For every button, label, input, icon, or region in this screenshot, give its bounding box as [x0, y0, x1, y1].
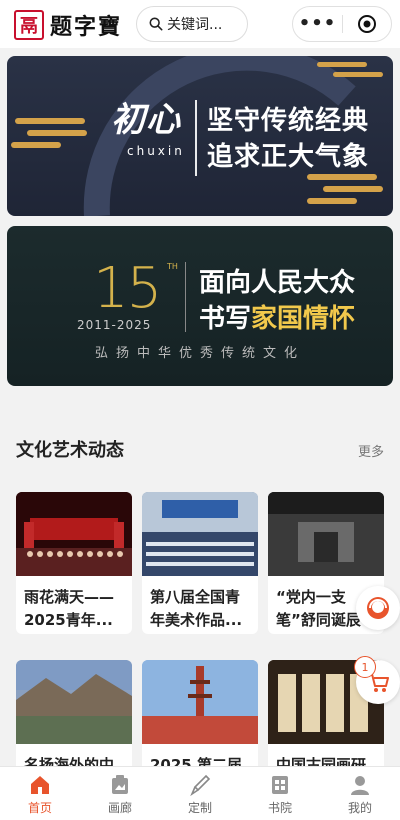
search-icon — [149, 17, 163, 31]
brush-icon — [190, 774, 211, 797]
bottom-tab-bar: 首页 画廊 定制 书院 我的 — [0, 766, 400, 820]
pagoda-photo — [142, 660, 258, 744]
banner-brand-sub: chuxin — [127, 144, 185, 158]
section-title: 文化艺术动态 — [16, 440, 124, 461]
more-icon[interactable]: ••• — [293, 6, 342, 42]
banner-line-2: 书写家国情怀 — [199, 298, 355, 335]
hall-photo — [142, 492, 258, 576]
anniversary-superscript: TH — [167, 262, 178, 271]
news-card-image — [16, 660, 132, 744]
banner-chuxin[interactable]: 初心 chuxin 坚守传统经典 追求正大气象 — [7, 56, 393, 216]
banner-divider — [195, 100, 197, 176]
banner-line-2: 追求正大气象 — [207, 142, 370, 172]
logo-seal-icon: 鬲 — [14, 10, 44, 40]
banner-anniversary[interactable]: 15 TH 2011-2025 面向人民大众 书写家国情怀 弘扬中华优秀传统文化 — [7, 226, 393, 386]
search-placeholder: 关键词... — [167, 17, 223, 33]
stage-photo — [16, 492, 132, 576]
banner-line-1: 面向人民大众 — [199, 268, 356, 298]
news-card-image — [268, 492, 384, 576]
news-card-title: 第八届全国青年美术作品... — [150, 588, 243, 629]
banner-slogan: 弘扬中华优秀传统文化 — [94, 346, 305, 361]
target-icon[interactable] — [343, 14, 391, 34]
tab-academy[interactable]: 书院 — [240, 767, 320, 820]
news-card-image — [142, 492, 258, 576]
anniversary-number: 15 — [93, 256, 162, 321]
tab-label: 定制 — [187, 801, 212, 815]
logo[interactable]: 鬲 题字寶 — [14, 9, 122, 41]
banner-line-2-highlight: 家国情怀 — [251, 304, 356, 334]
tab-label: 书院 — [267, 801, 292, 815]
news-card-image — [16, 492, 132, 576]
tab-profile[interactable]: 我的 — [320, 767, 400, 820]
news-card-image — [142, 660, 258, 744]
section-more-link[interactable]: 更多 — [358, 441, 384, 460]
customer-service-icon[interactable] — [356, 586, 400, 630]
banner-brand: 初心 — [111, 100, 181, 140]
cart-count-badge: 1 — [354, 656, 376, 678]
news-card[interactable]: 第八届全国青年美术作品... — [142, 492, 258, 634]
tab-label: 首页 — [27, 801, 52, 815]
home-icon — [31, 776, 49, 794]
banner-divider — [185, 262, 186, 332]
academy-icon — [272, 776, 288, 794]
tab-gallery[interactable]: 画廊 — [80, 767, 160, 820]
anniversary-years: 2011-2025 — [77, 318, 152, 332]
banner-line-2-prefix: 书写 — [199, 304, 252, 334]
app-header: 鬲 题字寶 关键词... ••• — [0, 0, 400, 48]
search-input[interactable]: 关键词... — [136, 6, 248, 42]
landscape-photo — [16, 660, 132, 744]
banner-line-1: 坚守传统经典 — [207, 106, 370, 136]
mini-program-capsule: ••• — [292, 6, 392, 42]
tab-home[interactable]: 首页 — [0, 767, 80, 820]
news-card-title: 雨花满天——2025青年... — [24, 588, 115, 629]
logo-text: 题字寶 — [50, 14, 123, 40]
user-icon — [351, 776, 369, 795]
news-card[interactable]: 雨花满天——2025青年... — [16, 492, 132, 634]
gallery-icon — [112, 775, 128, 794]
historic-photo — [268, 492, 384, 576]
tab-label: 我的 — [347, 801, 372, 815]
tab-custom[interactable]: 定制 — [160, 767, 240, 820]
tab-label: 画廊 — [107, 801, 132, 815]
